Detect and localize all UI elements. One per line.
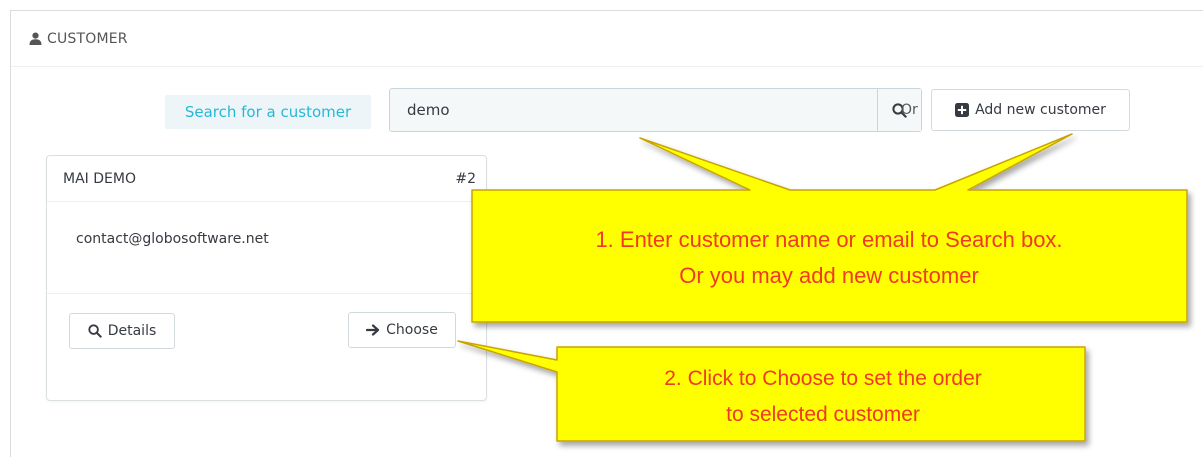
callout-2-text: 2. Click to Choose to set the order to s… [560,361,1086,433]
callout-1-text: 1. Enter customer name or email to Searc… [473,222,1185,294]
callout-2-line-1: 2. Click to Choose to set the order [664,367,982,390]
callout-1-line-2: Or you may add new customer [679,263,979,288]
callout-2-line-2: to selected customer [726,403,920,426]
callout-1-line-1: 1. Enter customer name or email to Searc… [595,227,1063,252]
